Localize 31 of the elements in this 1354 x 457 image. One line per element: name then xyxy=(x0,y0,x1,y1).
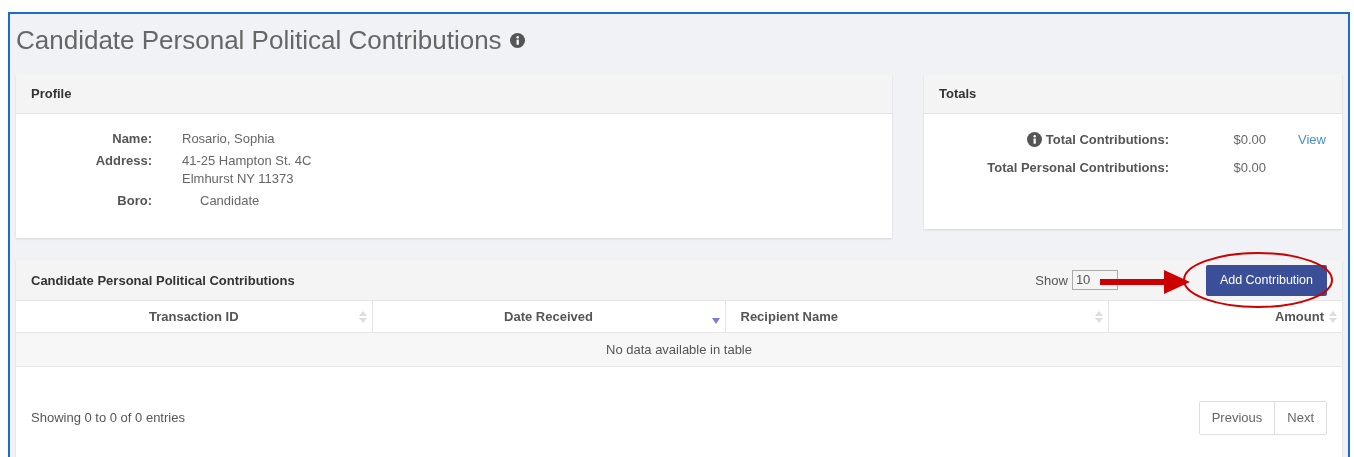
field-label: Name: xyxy=(111,131,152,146)
field-value: 41-25 Hampton St. 4C xyxy=(182,153,313,168)
card-title: Totals xyxy=(939,86,977,101)
total-value: $0.00 xyxy=(1232,160,1266,175)
pagination-button[interactable]: Previous xyxy=(1199,401,1276,434)
show-label: Show xyxy=(1035,272,1068,288)
view-link[interactable]: View xyxy=(1298,132,1326,147)
field-label: Boro: xyxy=(116,193,152,208)
add-contribution-button[interactable]: Add Contribution xyxy=(1205,264,1327,296)
page-title: Candidate Personal Political Contributions xyxy=(16,24,502,56)
empty-message: No data available in table xyxy=(16,332,1342,366)
card-title: Profile xyxy=(31,86,72,101)
column-header[interactable]: Transaction ID xyxy=(16,301,372,332)
info-icon xyxy=(509,32,525,48)
table-info: Showing 0 to 0 of 0 entries xyxy=(31,410,185,425)
total-label: Total Contributions: xyxy=(1045,132,1169,147)
sort-icon[interactable] xyxy=(1328,310,1338,324)
sort-icon[interactable] xyxy=(357,310,368,324)
total-label: Total Personal Contributions: xyxy=(987,160,1169,175)
column-header[interactable]: Amount xyxy=(1108,301,1342,332)
column-header[interactable]: Recipient Name xyxy=(725,301,1108,332)
page-length-select[interactable]: 10 xyxy=(1071,270,1118,290)
info-icon xyxy=(1026,132,1042,147)
sort-icon[interactable] xyxy=(1093,310,1104,324)
field-value: Elmhurst NY 11373 xyxy=(182,171,295,186)
card-title: Candidate Personal Political Contributions xyxy=(31,272,295,288)
field-value: Candidate xyxy=(200,193,261,208)
total-value: $0.00 xyxy=(1232,132,1266,147)
field-value: Rosario, Sophia xyxy=(182,131,276,146)
column-header[interactable]: Date Received xyxy=(372,301,725,332)
field-label: Address: xyxy=(94,153,152,170)
